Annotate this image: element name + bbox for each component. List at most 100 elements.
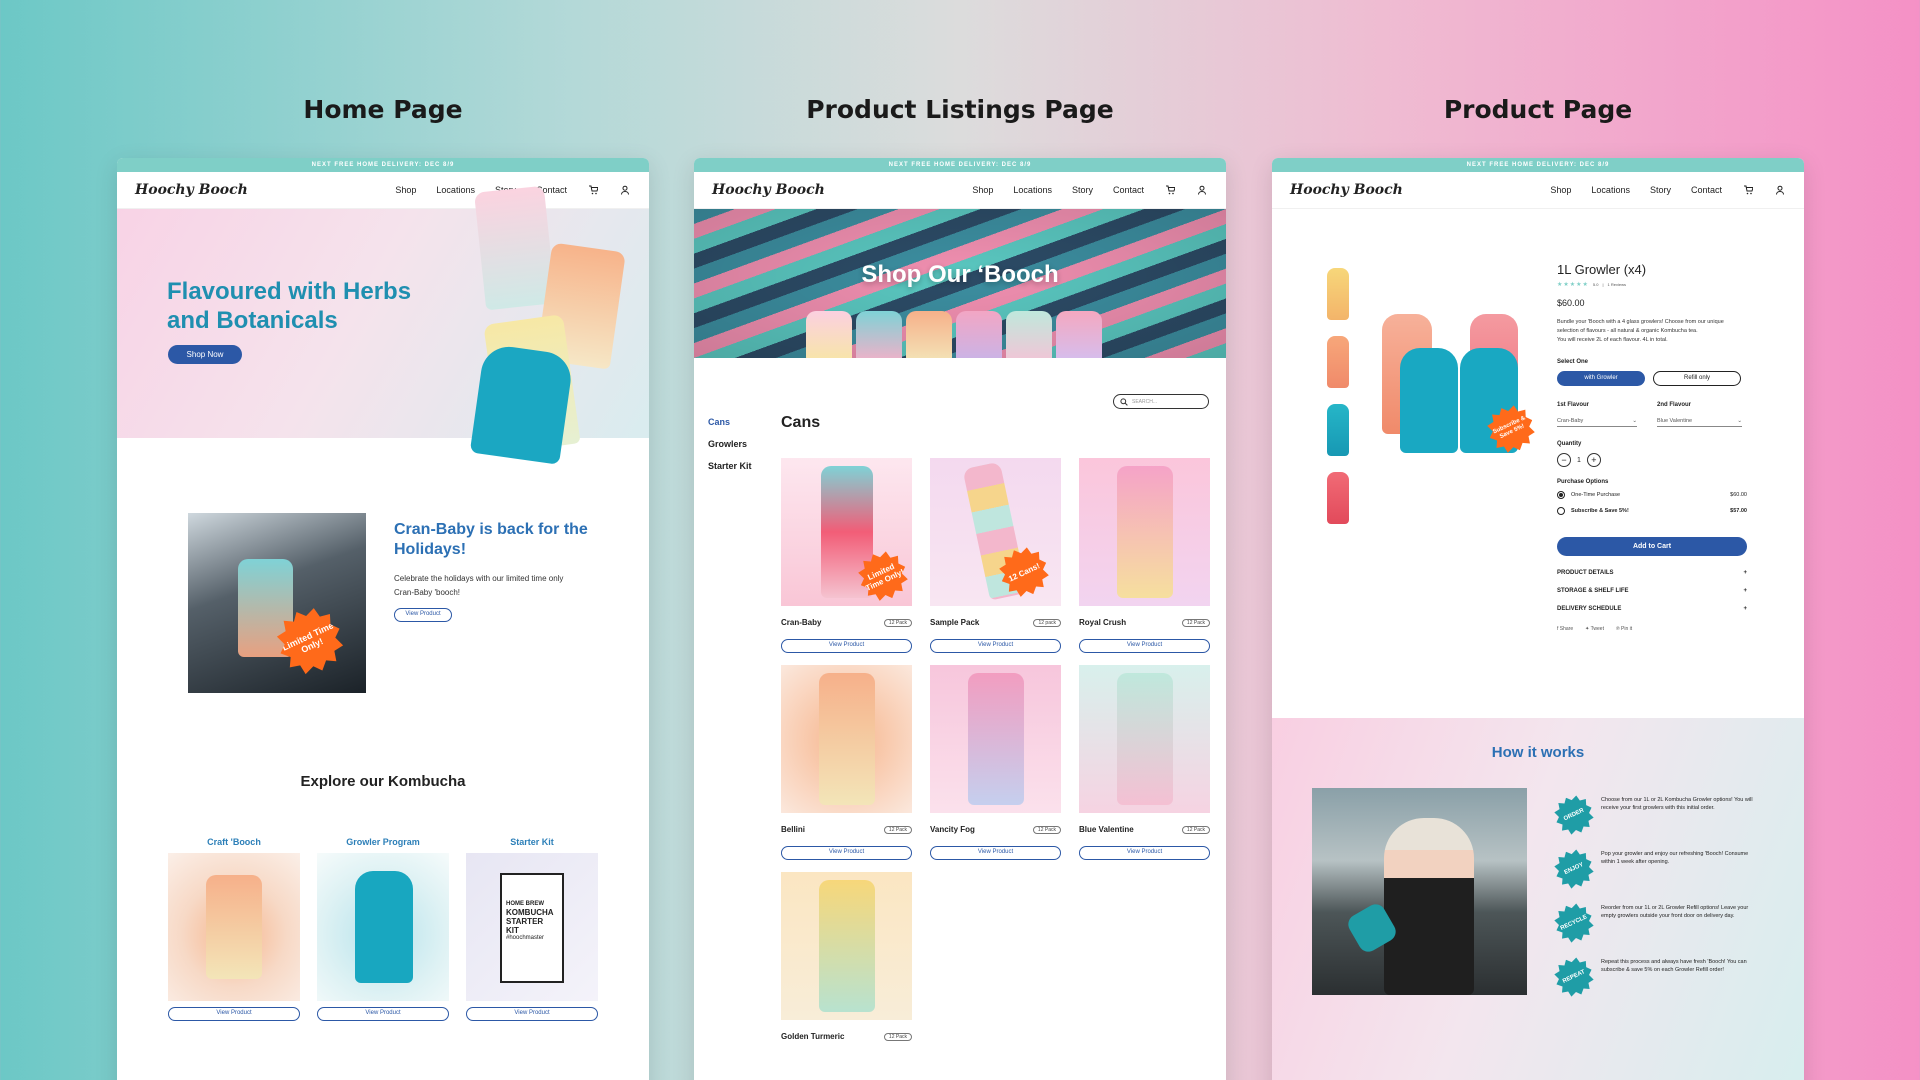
search-box[interactable]: SEARCH... bbox=[1113, 394, 1209, 409]
logo[interactable]: Hoochy Booch bbox=[712, 182, 825, 198]
view-product-button[interactable]: View Product bbox=[781, 639, 912, 653]
banner-cans bbox=[806, 311, 1102, 358]
step-enjoy: ENJOY Pop your growler and enjoy our ref… bbox=[1555, 850, 1755, 888]
flavour-1-label: 1st Flavour bbox=[1557, 402, 1590, 408]
product-card: Limited Time Only! Cran-Baby 12 Pack Vie… bbox=[781, 458, 912, 653]
site-nav: Hoochy Booch Shop Locations Story Contac… bbox=[117, 172, 649, 209]
thumbnail[interactable] bbox=[1327, 472, 1349, 524]
nav-contact[interactable]: Contact bbox=[1691, 185, 1722, 195]
cart-icon[interactable] bbox=[1164, 184, 1176, 196]
step-badge-text: ORDER bbox=[1562, 807, 1586, 823]
explore-card-title: Growler Program bbox=[346, 837, 420, 847]
view-product-button[interactable]: View Product bbox=[930, 846, 1061, 860]
refill-only-option[interactable]: Refill only bbox=[1653, 371, 1741, 386]
product-pack: 12 Pack bbox=[1032, 825, 1061, 834]
explore-view-product-button[interactable]: View Product bbox=[168, 1007, 300, 1021]
purchase-1-price: $60.00 bbox=[1730, 492, 1747, 498]
share-twitter[interactable]: ✦ Tweet bbox=[1585, 626, 1604, 632]
sidebar-item-growlers[interactable]: Growlers bbox=[708, 433, 752, 455]
explore-view-product-button[interactable]: View Product bbox=[466, 1007, 598, 1021]
explore-card: Starter Kit HOME BREW KOMBUCHA STARTER K… bbox=[466, 837, 598, 1021]
radio-unselected[interactable] bbox=[1557, 507, 1565, 515]
product-pack: 12 Pack bbox=[883, 1032, 912, 1041]
sidebar-item-starter-kit[interactable]: Starter Kit bbox=[708, 455, 752, 477]
purchase-option-one-time[interactable]: One-Time Purchase $60.00 bbox=[1557, 491, 1747, 499]
nav-locations[interactable]: Locations bbox=[1591, 185, 1630, 195]
step-badge: REPEAT bbox=[1549, 952, 1599, 1002]
accordion-label: PRODUCT DETAILS bbox=[1557, 570, 1614, 576]
purchase-2-price: $57.00 bbox=[1730, 508, 1747, 514]
thumbnail[interactable] bbox=[1327, 404, 1349, 456]
share-pinterest[interactable]: ℗ Pin it bbox=[1616, 626, 1632, 632]
nav-story[interactable]: Story bbox=[1650, 185, 1671, 195]
logo[interactable]: Hoochy Booch bbox=[135, 182, 248, 198]
sidebar-item-cans[interactable]: Cans bbox=[708, 411, 752, 433]
hero-section: Flavoured with Herbs and Botanicals Shop… bbox=[117, 185, 649, 465]
purchase-option-subscribe[interactable]: Subscribe & Save 5%! $57.00 bbox=[1557, 507, 1747, 515]
explore-title: Explore our Kombucha bbox=[300, 773, 466, 790]
product-name: Sample Pack bbox=[930, 618, 980, 627]
product-image[interactable]: Limited Time Only! bbox=[781, 458, 912, 606]
product-image[interactable]: 12 Cans! bbox=[930, 458, 1061, 606]
promo-image: Limited Time Only! bbox=[188, 513, 366, 693]
view-product-button[interactable]: View Product bbox=[930, 639, 1061, 653]
thumbnail[interactable] bbox=[1327, 336, 1349, 388]
accordion-delivery[interactable]: DELIVERY SCHEDULE + bbox=[1557, 600, 1747, 618]
view-product-button[interactable]: View Product bbox=[781, 846, 912, 860]
product-name: Bellini bbox=[781, 825, 806, 834]
nav-story[interactable]: Story bbox=[1072, 185, 1093, 195]
shop-now-button[interactable]: Shop Now bbox=[168, 345, 242, 364]
account-icon[interactable] bbox=[619, 184, 631, 196]
product-image[interactable] bbox=[781, 872, 912, 1020]
star-rating-icon: ★★★★★ bbox=[1557, 282, 1589, 288]
nav-shop[interactable]: Shop bbox=[1550, 185, 1571, 195]
nav-shop[interactable]: Shop bbox=[395, 185, 416, 195]
product-meta: Royal Crush 12 Pack bbox=[1079, 618, 1210, 627]
account-icon[interactable] bbox=[1774, 184, 1786, 196]
bellini-can bbox=[819, 673, 875, 805]
explore-view-product-button[interactable]: View Product bbox=[317, 1007, 449, 1021]
nav-shop[interactable]: Shop bbox=[972, 185, 993, 195]
accordion-storage[interactable]: STORAGE & SHELF LIFE + bbox=[1557, 582, 1747, 600]
product-image[interactable] bbox=[781, 665, 912, 813]
view-product-button[interactable]: View Product bbox=[1079, 846, 1210, 860]
product-meta: Cran-Baby 12 Pack bbox=[781, 618, 912, 627]
nav-locations[interactable]: Locations bbox=[436, 185, 475, 195]
flavour-1-value: Cran-Baby bbox=[1557, 418, 1584, 424]
thumbnail[interactable] bbox=[1327, 268, 1349, 320]
search-input[interactable]: SEARCH... bbox=[1132, 399, 1157, 405]
quantity-value[interactable]: 1 bbox=[1577, 457, 1581, 464]
with-growler-option[interactable]: with Growler bbox=[1557, 371, 1645, 386]
nav-locations[interactable]: Locations bbox=[1013, 185, 1052, 195]
product-image[interactable] bbox=[1079, 458, 1210, 606]
step-badge-text: ENJOY bbox=[1563, 861, 1585, 877]
view-product-button[interactable]: View Product bbox=[1079, 639, 1210, 653]
promo-view-product-button[interactable]: View Product bbox=[394, 608, 452, 622]
flavour-1-group: 1st Flavour Cran-Baby ⌄ bbox=[1557, 402, 1637, 427]
product-pack: 12 Pack bbox=[1181, 825, 1210, 834]
radio-selected[interactable] bbox=[1557, 491, 1565, 499]
step-repeat: REPEAT Repeat this process and always ha… bbox=[1555, 958, 1755, 996]
accordion-product-details[interactable]: PRODUCT DETAILS + bbox=[1557, 564, 1747, 582]
nav-contact[interactable]: Contact bbox=[1113, 185, 1144, 195]
cart-icon[interactable] bbox=[587, 184, 599, 196]
account-icon[interactable] bbox=[1196, 184, 1208, 196]
step-recycle: RECYCLE Reorder from our 1L or 2L Growle… bbox=[1555, 904, 1755, 942]
growler-bottle bbox=[355, 871, 413, 983]
review-count[interactable]: 1 Reviews bbox=[1608, 282, 1626, 287]
add-to-cart-button[interactable]: Add to Cart bbox=[1557, 537, 1747, 556]
cart-icon[interactable] bbox=[1742, 184, 1754, 196]
purchase-1-label: One-Time Purchase bbox=[1571, 492, 1621, 498]
logo[interactable]: Hoochy Booch bbox=[1290, 182, 1403, 198]
flavour-1-select[interactable]: Cran-Baby ⌄ bbox=[1557, 410, 1637, 427]
thumbnail-list bbox=[1327, 268, 1349, 524]
step-text: Pop your growler and enjoy our refreshin… bbox=[1601, 851, 1749, 865]
product-image[interactable] bbox=[1079, 665, 1210, 813]
flavour-2-select[interactable]: Blue Valentine ⌄ bbox=[1657, 410, 1742, 427]
quantity-plus-button[interactable]: + bbox=[1586, 453, 1601, 467]
quantity-minus-button[interactable]: − bbox=[1557, 453, 1571, 467]
plus-icon: + bbox=[1743, 570, 1747, 576]
product-image[interactable] bbox=[930, 665, 1061, 813]
product-badge-text: 12 Cans! bbox=[1006, 560, 1042, 584]
share-facebook[interactable]: f Share bbox=[1557, 626, 1573, 632]
